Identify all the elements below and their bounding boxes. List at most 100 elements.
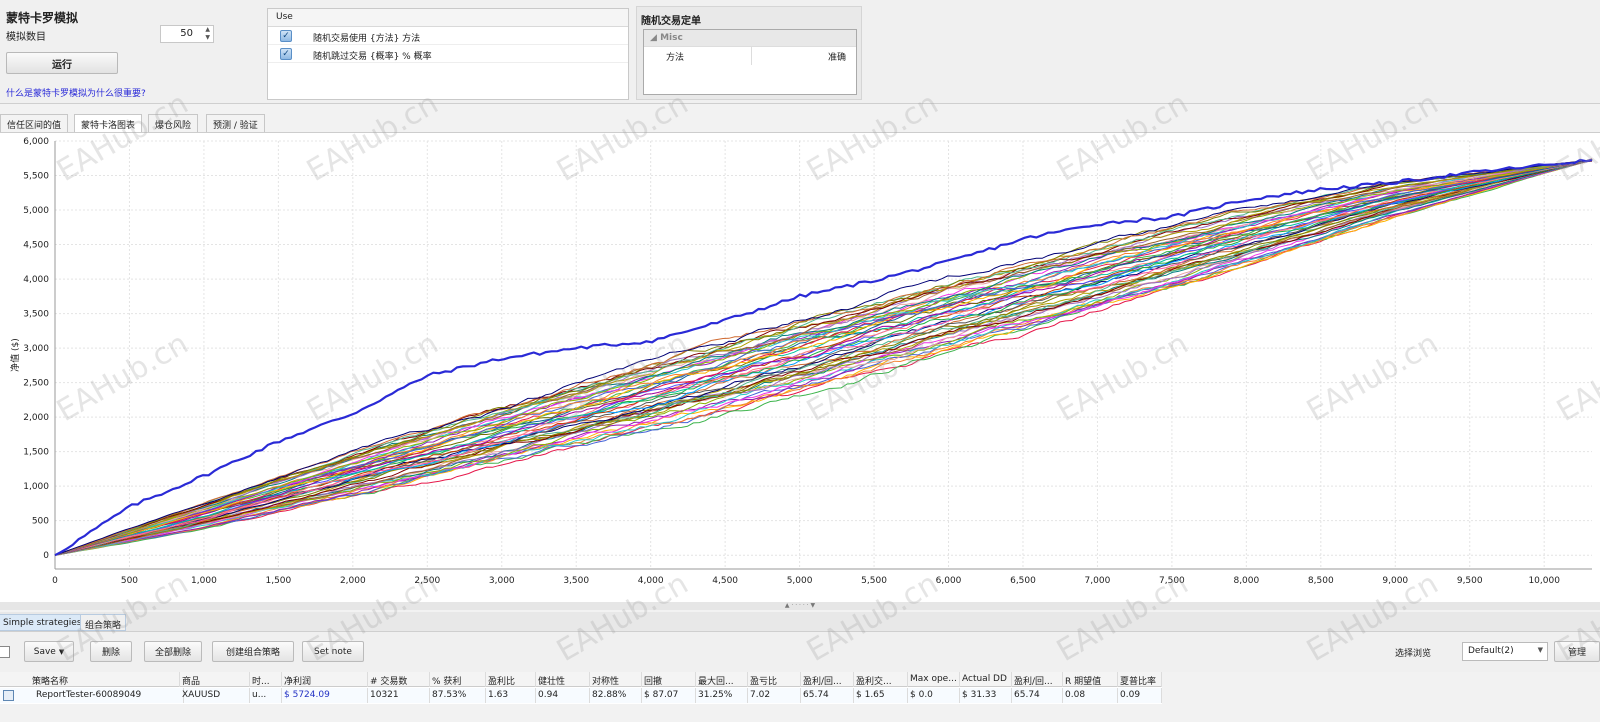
row-checkbox[interactable] — [3, 690, 14, 701]
table-cell: 0.94 — [536, 688, 590, 703]
empty-area — [0, 704, 1600, 722]
use-header: Use — [268, 9, 628, 27]
set-note-button[interactable]: Set note — [302, 641, 364, 662]
delete-all-button[interactable]: 全部删除 — [144, 641, 202, 662]
view-select[interactable]: Default(2) ▼ — [1462, 642, 1548, 661]
x-tick-label: 3,500 — [563, 576, 589, 586]
table-cell: 31.25% — [696, 688, 748, 703]
table-cell: 10321 — [368, 688, 430, 703]
sim-count-value[interactable]: 50 — [180, 28, 193, 39]
results-table: 策略名称 商品 时... 净利润 # 交易数% 获利 盈利比 健壮性 对称性 回撤 最大回... 盈… — [0, 672, 1162, 704]
table-cell: 87.53% — [430, 688, 486, 703]
property-value[interactable]: 准确 — [828, 50, 846, 63]
column-header[interactable]: 健壮性 — [536, 672, 590, 687]
column-header[interactable]: 盈利交... — [854, 672, 908, 687]
random-order-title: 随机交易定单 — [641, 16, 701, 27]
delete-button[interactable]: 删除 — [90, 641, 132, 662]
run-button[interactable]: 运行 — [6, 52, 118, 74]
splitter-handle[interactable]: ▲ · · · · · ▼ — [0, 602, 1600, 610]
why-monte-carlo-link[interactable]: 什么是蒙特卡罗模拟为什么很重要? — [6, 86, 146, 99]
tab-monte-carlo-chart[interactable]: 蒙特卡洛图表 — [74, 114, 143, 132]
monte-carlo-chart: 0 500 1,000 1,500 2,000 2,500 3,000 3,500 4,000 4… — [0, 132, 1600, 602]
y-tick-label: 4,000 — [23, 275, 49, 285]
y-tick-label: 3,500 — [23, 310, 49, 320]
property-grid: ◢ Misc 方法 准确 — [643, 29, 857, 95]
column-header[interactable]: 商品 — [180, 672, 250, 687]
random-order-panel: 随机交易定单 ◢ Misc 方法 准确 — [636, 6, 862, 100]
checkbox-randomize-method[interactable]: ✓ — [280, 30, 292, 42]
tab-ruin-risk[interactable]: 爆仓风险 — [148, 114, 199, 132]
tab-forecast-validation[interactable]: 预测 / 验证 — [206, 114, 265, 132]
use-row-skip-trades[interactable]: ✓ 随机跳过交易 {概率} % 概率 — [268, 45, 628, 63]
table-cell: $ 0.0 — [908, 688, 960, 703]
table-header: 策略名称 商品 时... 净利润 # 交易数% 获利 盈利比 健壮性 对称性 回撤 最大回... 盈… — [0, 672, 1162, 687]
manage-button[interactable]: 管理 — [1554, 641, 1600, 662]
table-cell: 7.02 — [748, 688, 801, 703]
save-button[interactable]: Save ▼ — [24, 641, 74, 662]
tab-combo-strategies[interactable]: 组合策略 — [80, 614, 127, 631]
x-tick-label: 3,000 — [489, 576, 515, 586]
y-tick-label: 4,500 — [23, 241, 49, 251]
sim-count-stepper[interactable]: 50 ▲ ▼ — [160, 25, 214, 43]
y-tick-label: 5,500 — [23, 172, 49, 182]
column-header[interactable]: Actual DD — [960, 672, 1012, 687]
property-row-method[interactable]: 方法 准确 — [644, 46, 856, 65]
strategy-toolbar: Save ▼ 删除 全部删除 创建组合策略 Set note 选择浏览 Defau… — [0, 632, 1600, 672]
create-combo-button[interactable]: 创建组合策略 — [212, 641, 294, 662]
x-tick-label: 9,500 — [1457, 576, 1483, 586]
table-cell: $ 1.65 — [854, 688, 908, 703]
column-header[interactable]: 时... — [250, 672, 282, 687]
column-header[interactable]: R 期望值 — [1063, 672, 1118, 687]
table-cell: ReportTester-60089049 — [34, 688, 184, 703]
column-header[interactable]: 净利润 — [282, 672, 368, 687]
x-tick-label: 1,000 — [191, 576, 217, 586]
x-tick-label: 5,000 — [787, 576, 813, 586]
column-header[interactable]: # 交易数 — [368, 672, 430, 687]
x-tick-label: 9,000 — [1382, 576, 1408, 586]
stepper-arrows-icon[interactable]: ▲ ▼ — [205, 26, 210, 42]
tab-simple-strategies[interactable]: Simple strategies — [0, 614, 87, 631]
y-tick-label: 6,000 — [23, 137, 49, 147]
table-cell: $ 5724.09 — [282, 688, 368, 703]
column-header[interactable]: 对称性 — [590, 672, 642, 687]
x-tick-label: 4,500 — [712, 576, 738, 586]
column-header[interactable]: 盈亏比 — [748, 672, 801, 687]
y-tick-label: 2,000 — [23, 413, 49, 423]
column-header[interactable]: 策略名称 — [30, 672, 180, 687]
checkbox-skip-trades[interactable]: ✓ — [280, 48, 292, 60]
y-tick-label: 5,000 — [23, 206, 49, 216]
table-cell: 1.63 — [486, 688, 536, 703]
use-row-label: 随机跳过交易 {概率} % 概率 — [313, 52, 432, 62]
tab-confidence-values[interactable]: 信任区间的值 — [0, 114, 69, 132]
collapse-triangle-icon[interactable]: ◢ — [650, 33, 660, 43]
column-header[interactable]: 盈利比 — [486, 672, 536, 687]
x-tick-label: 6,000 — [936, 576, 962, 586]
column-header[interactable]: % 获利 — [430, 672, 486, 687]
x-tick-label: 8,500 — [1308, 576, 1334, 586]
table-cell: XAUUSD — [180, 688, 250, 703]
use-row-randomize-method[interactable]: ✓ 随机交易使用 {方法} 方法 — [268, 27, 628, 45]
column-header[interactable]: Max ope... — [908, 672, 960, 687]
table-cell: 65.74 — [801, 688, 854, 703]
page-title: 蒙特卡罗模拟 — [6, 11, 79, 25]
x-tick-label: 4,000 — [638, 576, 664, 586]
x-tick-label: 5,500 — [861, 576, 887, 586]
table-cell: $ 87.07 — [642, 688, 696, 703]
column-header[interactable]: 回撤 — [642, 672, 696, 687]
select-all-checkbox[interactable] — [0, 646, 10, 658]
y-tick-label: 2,500 — [23, 379, 49, 389]
y-axis-label: 净值 ($) — [9, 338, 21, 372]
column-header[interactable]: 夏普比率 — [1118, 672, 1162, 687]
sim-count-label: 模拟数目 — [6, 32, 46, 43]
x-tick-label: 7,500 — [1159, 576, 1185, 586]
y-tick-label: 0 — [43, 551, 49, 561]
column-header[interactable]: 盈利/回... — [1012, 672, 1063, 687]
x-tick-label: 6,500 — [1010, 576, 1036, 586]
property-category[interactable]: ◢ Misc — [644, 30, 856, 46]
strategy-tabs: Simple strategies 组合策略 — [0, 612, 1600, 632]
column-header[interactable]: 最大回... — [696, 672, 748, 687]
column-header[interactable]: 盈利/回... — [801, 672, 854, 687]
x-tick-label: 1,500 — [265, 576, 291, 586]
table-cell: 65.74 — [1012, 688, 1063, 703]
table-row[interactable]: ReportTester-60089049 XAUUSD u... $ 5724.09… — [0, 688, 1162, 703]
